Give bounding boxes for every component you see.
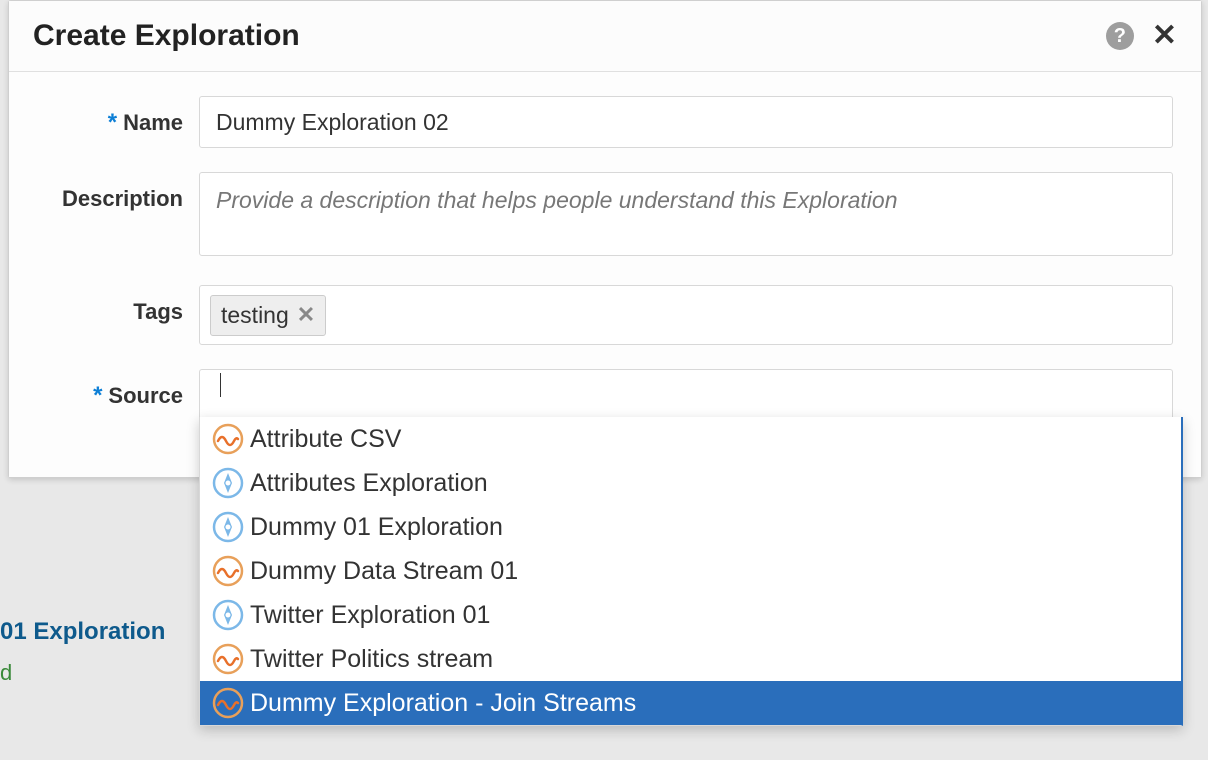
backdrop-subtext: d — [0, 660, 12, 686]
tags-row: Tags testing ✕ — [37, 285, 1173, 345]
create-exploration-dialog: Create Exploration ? ✕ * Name Descriptio… — [8, 0, 1202, 478]
stream-icon — [212, 687, 244, 719]
source-option[interactable]: Twitter Politics stream — [200, 637, 1181, 681]
exploration-icon — [212, 467, 244, 499]
source-label: Source — [108, 383, 183, 409]
source-option[interactable]: Dummy Data Stream 01 — [200, 549, 1181, 593]
required-star-icon: * — [108, 117, 117, 129]
source-option-label: Twitter Politics stream — [250, 645, 493, 674]
tags-label-wrap: Tags — [37, 285, 199, 325]
source-option[interactable]: Twitter Exploration 01 — [200, 593, 1181, 637]
required-star-icon: * — [93, 390, 102, 402]
name-control — [199, 96, 1173, 148]
source-label-wrap: * Source — [37, 369, 199, 409]
description-label-wrap: Description — [37, 172, 199, 212]
description-control — [199, 172, 1173, 261]
exploration-icon — [212, 599, 244, 631]
tags-input[interactable]: testing ✕ — [199, 285, 1173, 345]
dialog-header: Create Exploration ? ✕ — [9, 1, 1201, 72]
name-label-wrap: * Name — [37, 96, 199, 136]
help-icon[interactable]: ? — [1106, 22, 1134, 50]
description-input[interactable] — [199, 172, 1173, 256]
source-row: * Source Attribute CSVAttributes Explora… — [37, 369, 1173, 417]
tags-label: Tags — [133, 299, 183, 325]
source-option-label: Attribute CSV — [250, 425, 401, 454]
source-control: Attribute CSVAttributes ExplorationDummy… — [199, 369, 1173, 417]
source-option[interactable]: Attribute CSV — [200, 417, 1181, 461]
name-label: Name — [123, 110, 183, 136]
description-label: Description — [62, 186, 183, 212]
tag-remove-icon[interactable]: ✕ — [297, 302, 315, 328]
source-option-label: Dummy Data Stream 01 — [250, 557, 518, 586]
source-option[interactable]: Dummy Exploration - Join Streams — [200, 681, 1181, 725]
source-option[interactable]: Attributes Exploration — [200, 461, 1181, 505]
source-option-label: Twitter Exploration 01 — [250, 601, 490, 630]
description-row: Description — [37, 172, 1173, 261]
stream-icon — [212, 423, 244, 455]
text-cursor — [220, 373, 221, 397]
source-input[interactable] — [199, 369, 1173, 417]
dialog-header-actions: ? ✕ — [1106, 21, 1177, 51]
name-row: * Name — [37, 96, 1173, 148]
exploration-icon — [212, 511, 244, 543]
backdrop-title: 01 Exploration — [0, 618, 165, 646]
tags-control: testing ✕ — [199, 285, 1173, 345]
source-option-label: Dummy 01 Exploration — [250, 513, 503, 542]
name-input[interactable] — [199, 96, 1173, 148]
dialog-body: * Name Description Tags testing — [9, 72, 1201, 477]
tag-label: testing — [221, 302, 289, 329]
close-icon[interactable]: ✕ — [1152, 21, 1177, 51]
stream-icon — [212, 643, 244, 675]
source-option[interactable]: Dummy 01 Exploration — [200, 505, 1181, 549]
source-option-label: Attributes Exploration — [250, 469, 488, 498]
source-dropdown: Attribute CSV Attributes Exploration Dummy… — [199, 417, 1183, 726]
stream-icon — [212, 555, 244, 587]
tag-chip: testing ✕ — [210, 295, 326, 336]
dialog-title: Create Exploration — [33, 19, 300, 53]
source-option-label: Dummy Exploration - Join Streams — [250, 689, 636, 718]
